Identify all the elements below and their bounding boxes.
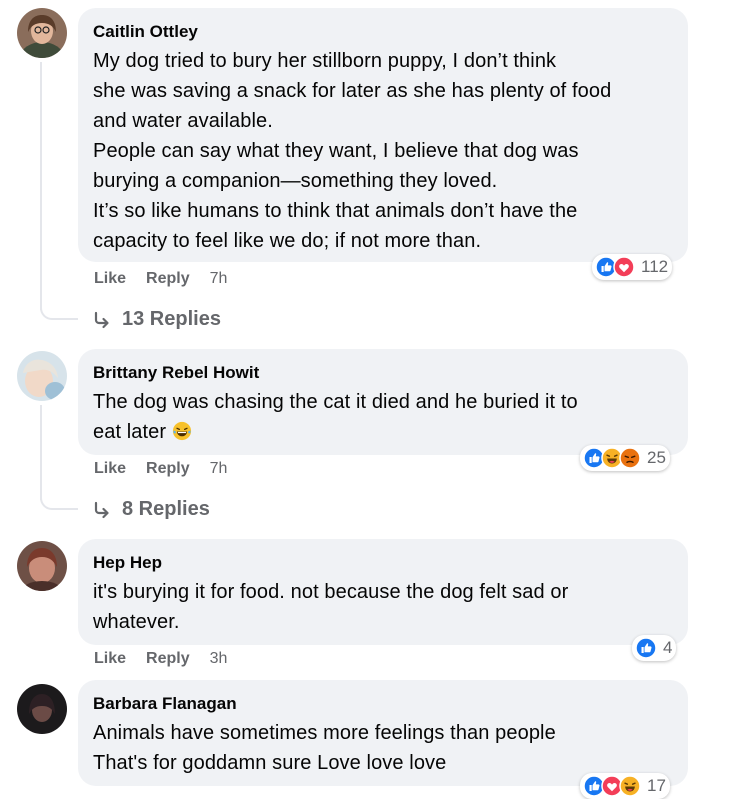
reaction-count: 17	[647, 776, 666, 795]
reply-arrow-icon	[92, 310, 112, 330]
reply-button[interactable]: Reply	[146, 460, 190, 478]
avatar[interactable]	[17, 351, 67, 401]
comment-author[interactable]: Brittany Rebel Howit	[93, 362, 674, 384]
laughing-crying-emoji-icon	[172, 421, 192, 441]
avatar[interactable]	[17, 541, 67, 591]
view-replies-button[interactable]: 13 Replies	[92, 308, 221, 331]
love-icon	[613, 256, 635, 278]
avatar-photo-icon	[17, 541, 67, 591]
comment-bubble: Hep Hep it's burying it for food. not be…	[78, 539, 688, 645]
avatar-photo-icon	[17, 8, 67, 58]
comment-bubble: Caitlin Ottley My dog tried to bury her …	[78, 8, 688, 262]
avatar-photo-icon	[17, 684, 67, 734]
thread-connector-line	[40, 62, 42, 310]
replies-count-label: 13 Replies	[122, 308, 221, 330]
reaction-summary[interactable]: 17	[580, 773, 670, 799]
angry-icon	[619, 447, 641, 469]
avatar-photo-icon	[17, 351, 67, 401]
like-button[interactable]: Like	[94, 650, 126, 668]
thread-connector-curve	[40, 298, 78, 320]
comment-actions: Like Reply 3h	[94, 650, 227, 668]
reply-button[interactable]: Reply	[146, 270, 190, 288]
reaction-count: 25	[647, 448, 666, 467]
comment-timestamp[interactable]: 7h	[210, 460, 228, 478]
comment-text-line: it's burying it for food. not because th…	[93, 581, 569, 603]
haha-icon	[619, 775, 641, 797]
comment-text-line: capacity to feel like we do; if not more…	[93, 230, 482, 252]
comment-text-fragment: eat later	[93, 421, 167, 443]
thread-connector-curve	[40, 488, 78, 510]
comment-text-line: People can say what they want, I believe…	[93, 140, 579, 162]
view-replies-button[interactable]: 8 Replies	[92, 498, 210, 521]
comment-actions: Like Reply 7h	[94, 270, 227, 288]
like-icon	[635, 637, 657, 659]
comment-author[interactable]: Caitlin Ottley	[93, 21, 674, 43]
comment-author[interactable]: Hep Hep	[93, 552, 674, 574]
comment-text-line: she was saving a snack for later as she …	[93, 80, 612, 102]
comment-text-line: The dog was chasing the cat it died and …	[93, 391, 578, 413]
comment-actions: Like Reply 7h	[94, 460, 227, 478]
reply-arrow-icon	[92, 500, 112, 520]
reply-button[interactable]: Reply	[146, 650, 190, 668]
comment-text-line: eat later	[93, 417, 674, 447]
comment-text-line: and water available.	[93, 110, 273, 132]
comment-text-line: Animals have sometimes more feelings tha…	[93, 722, 556, 744]
reaction-summary[interactable]: 112	[592, 254, 673, 280]
comment-timestamp[interactable]: 3h	[210, 650, 228, 668]
avatar[interactable]	[17, 8, 67, 58]
comment-text-line: burying a companion—something they loved…	[93, 170, 498, 192]
comment-bubble: Barbara Flanagan Animals have sometimes …	[78, 680, 688, 786]
comment-author[interactable]: Barbara Flanagan	[93, 693, 674, 715]
comment-bubble: Brittany Rebel Howit The dog was chasing…	[78, 349, 688, 455]
reaction-summary[interactable]: 25	[580, 445, 670, 471]
reaction-summary[interactable]: 4	[632, 635, 677, 661]
avatar[interactable]	[17, 684, 67, 734]
comment-timestamp[interactable]: 7h	[210, 270, 228, 288]
reaction-count: 4	[663, 638, 673, 657]
like-button[interactable]: Like	[94, 460, 126, 478]
reaction-count: 112	[641, 257, 669, 276]
comment-text-line: whatever.	[93, 611, 180, 633]
thread-connector-line	[40, 405, 42, 500]
replies-count-label: 8 Replies	[122, 498, 210, 520]
comment-text-line: It’s so like humans to think that animal…	[93, 200, 578, 222]
like-button[interactable]: Like	[94, 270, 126, 288]
comment-text-line: My dog tried to bury her stillborn puppy…	[93, 50, 557, 72]
